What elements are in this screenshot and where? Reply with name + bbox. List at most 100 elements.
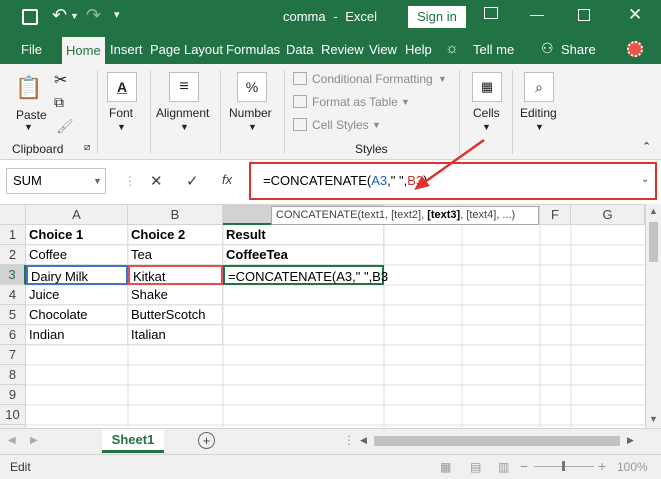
share-button[interactable]: Share <box>561 42 596 57</box>
cell-a6[interactable]: Indian <box>26 325 128 345</box>
cell-b5[interactable]: ButterScotch <box>128 305 223 325</box>
alignment-icon[interactable]: ≡ <box>169 72 199 102</box>
cell-a5[interactable]: Chocolate <box>26 305 128 325</box>
insert-function-icon[interactable]: fx <box>222 172 232 187</box>
row-header-6[interactable]: 6 <box>0 325 26 345</box>
normal-view-icon[interactable]: ▦ <box>440 460 451 474</box>
row-header-3[interactable]: 3 <box>0 265 26 285</box>
copy-icon[interactable]: ⧉ <box>54 94 64 111</box>
cell-c2[interactable]: CoffeeTea <box>223 245 384 265</box>
sheet-tab-sheet1[interactable]: Sheet1 <box>102 429 164 453</box>
conditional-formatting-dropdown-icon[interactable]: ▼ <box>438 74 447 84</box>
clipboard-launcher-icon[interactable]: ⧄ <box>84 142 90 153</box>
row-header-4[interactable]: 4 <box>0 285 26 305</box>
tab-help[interactable]: Help <box>405 42 432 57</box>
restore-icon[interactable] <box>578 9 590 21</box>
cell-b1[interactable]: Choice 2 <box>128 225 223 245</box>
scroll-up-icon[interactable]: ▲ <box>649 206 658 216</box>
format-as-table-dropdown-icon[interactable]: ▼ <box>401 97 410 107</box>
tab-view[interactable]: View <box>369 42 397 57</box>
tab-review[interactable]: Review <box>321 42 364 57</box>
cell-a1[interactable]: Choice 1 <box>26 225 128 245</box>
cell-styles-button[interactable]: Cell Styles <box>312 118 369 132</box>
tab-data[interactable]: Data <box>286 42 313 57</box>
cell-c1[interactable]: Result <box>223 225 384 245</box>
cell-a2[interactable]: Coffee <box>26 245 128 265</box>
scroll-thumb[interactable] <box>649 222 658 262</box>
row-header-5[interactable]: 5 <box>0 305 26 325</box>
cell-a4[interactable]: Juice <box>26 285 128 305</box>
cell-styles-dropdown-icon[interactable]: ▼ <box>372 120 381 130</box>
cell-b6[interactable]: Italian <box>128 325 223 345</box>
tab-home[interactable]: Home <box>62 37 105 64</box>
row-header-2[interactable]: 2 <box>0 245 26 265</box>
select-all-corner[interactable] <box>0 205 26 225</box>
tab-insert[interactable]: Insert <box>110 42 143 57</box>
column-header-b[interactable]: B <box>128 205 223 225</box>
enter-formula-icon[interactable]: ✓ <box>186 172 199 190</box>
column-header-f[interactable]: F <box>540 205 571 225</box>
format-as-table-button[interactable]: Format as Table <box>312 95 398 109</box>
tab-file[interactable]: File <box>21 42 42 57</box>
undo-icon[interactable]: ↶ <box>52 5 67 26</box>
cell-b3[interactable]: Kitkat <box>128 265 223 285</box>
row-header-9[interactable]: 9 <box>0 385 26 405</box>
prev-sheet-icon[interactable]: ◀ <box>8 435 16 446</box>
zoom-slider-thumb[interactable] <box>562 461 565 471</box>
row-header-10[interactable]: 10 <box>0 405 26 425</box>
paste-dropdown-icon[interactable]: ▼ <box>24 122 33 132</box>
collapse-ribbon-icon[interactable]: ⌃ <box>642 140 651 153</box>
scroll-down-icon[interactable]: ▼ <box>649 414 658 424</box>
cell-b4[interactable]: Shake <box>128 285 223 305</box>
editing-search-icon[interactable]: ⌕ <box>524 72 554 102</box>
smiley-feedback-icon[interactable] <box>627 41 643 57</box>
format-painter-icon[interactable]: 🖌 <box>56 118 74 135</box>
alignment-dropdown-icon[interactable]: ▼ <box>180 122 189 132</box>
cut-icon[interactable]: ✂ <box>54 70 67 90</box>
cancel-formula-icon[interactable]: ✕ <box>150 172 163 190</box>
worksheet-grid[interactable]: A B C D E F G 1 2 3 4 5 6 7 8 9 10 11 Ch… <box>0 204 645 429</box>
page-break-view-icon[interactable]: ▥ <box>498 460 509 474</box>
vertical-scrollbar[interactable]: ▲ ▼ <box>645 204 661 428</box>
row-header-7[interactable]: 7 <box>0 345 26 365</box>
editing-button[interactable]: Editing <box>520 106 557 120</box>
paste-button[interactable]: Paste <box>16 108 47 122</box>
number-format-icon[interactable]: % <box>237 72 267 102</box>
font-icon[interactable]: A <box>107 72 137 102</box>
next-sheet-icon[interactable]: ▶ <box>30 435 38 446</box>
tab-formulas[interactable]: Formulas <box>226 42 280 57</box>
column-header-g[interactable]: G <box>571 205 645 225</box>
cells-dropdown-icon[interactable]: ▼ <box>482 122 491 132</box>
row-header-8[interactable]: 8 <box>0 365 26 385</box>
scroll-left-icon[interactable]: ◀ <box>360 435 367 446</box>
zoom-level[interactable]: 100% <box>617 460 648 474</box>
tell-me-search[interactable]: Tell me <box>473 42 514 57</box>
font-dropdown-icon[interactable]: ▼ <box>117 122 126 132</box>
cell-c3-editing[interactable]: =CONCATENATE(A3," ",B3 <box>223 265 388 285</box>
cells-icon[interactable]: ▦ <box>472 72 502 102</box>
sign-in-button[interactable]: Sign in <box>408 6 466 28</box>
name-box-dropdown-icon[interactable]: ▼ <box>93 176 102 186</box>
paste-clipboard-icon[interactable]: 📋 <box>14 74 44 104</box>
cell-b2[interactable]: Tea <box>128 245 223 265</box>
zoom-in-icon[interactable]: + <box>598 458 606 474</box>
conditional-formatting-button[interactable]: Conditional Formatting <box>312 72 433 86</box>
name-box[interactable]: SUM <box>6 168 106 194</box>
scroll-right-icon[interactable]: ▶ <box>627 435 634 446</box>
cells-button[interactable]: Cells <box>473 106 500 120</box>
number-dropdown-icon[interactable]: ▼ <box>248 122 257 132</box>
font-button[interactable]: Font <box>109 106 133 120</box>
alignment-button[interactable]: Alignment <box>156 106 209 120</box>
save-icon[interactable] <box>22 9 38 25</box>
ribbon-display-options-icon[interactable] <box>484 7 498 19</box>
horizontal-scrollbar[interactable] <box>374 436 620 446</box>
cell-a3[interactable]: Dairy Milk <box>26 265 128 285</box>
editing-dropdown-icon[interactable]: ▼ <box>535 122 544 132</box>
number-button[interactable]: Number <box>229 106 272 120</box>
close-icon[interactable]: ✕ <box>628 5 642 25</box>
tab-split-grip-icon[interactable]: ⋮ <box>343 433 355 447</box>
row-header-1[interactable]: 1 <box>0 225 26 245</box>
undo-dropdown-icon[interactable]: ▼ <box>70 11 79 21</box>
qat-customize-icon[interactable]: ▾ <box>114 8 120 21</box>
zoom-out-icon[interactable]: − <box>520 458 528 474</box>
